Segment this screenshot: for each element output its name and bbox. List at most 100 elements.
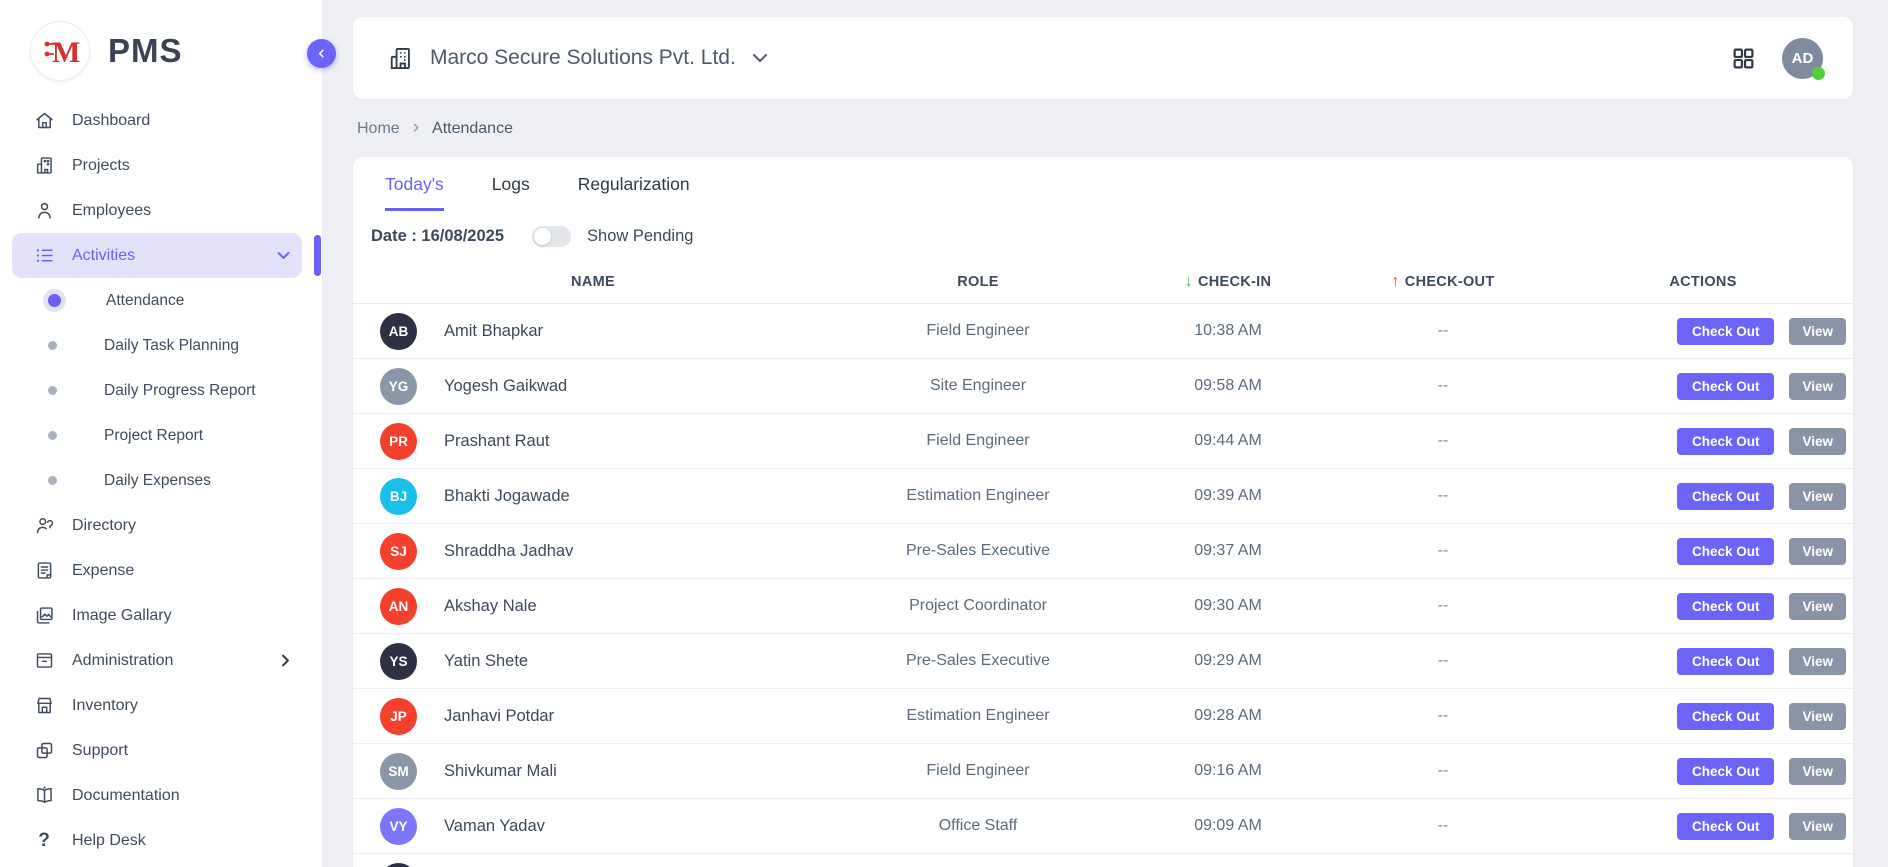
check-out-button[interactable]: Check Out — [1677, 428, 1775, 455]
check-out-button[interactable]: Check Out — [1677, 483, 1775, 510]
sidebar-item-label: Inventory — [72, 697, 290, 715]
employee-avatar: YS — [380, 643, 417, 680]
show-pending-toggle[interactable] — [532, 226, 571, 247]
sidebar-subitem-attendance[interactable]: Attendance — [0, 278, 322, 323]
check-out-button[interactable]: Check Out — [1677, 758, 1775, 785]
actions-cell: Check Out View — [1553, 428, 1853, 455]
actions-cell: Check Out View — [1553, 318, 1853, 345]
sidebar-item-administration[interactable]: Administration — [12, 638, 302, 683]
app-root: M PMS DashboardProjectsEmployeesActiviti… — [0, 0, 1888, 867]
actions-cell: Check Out View — [1553, 593, 1853, 620]
tab-bar: Today's Logs Regularization — [353, 157, 1853, 211]
online-status-dot — [1812, 67, 1825, 80]
sidebar-item-projects[interactable]: Projects — [12, 143, 302, 188]
actions-cell: Check Out View — [1553, 648, 1853, 675]
employee-name-cell: BJ Bhakti Jogawade — [353, 478, 833, 515]
user-avatar[interactable]: AD — [1782, 38, 1823, 79]
table-row: VYVaman YadavOffice Staff09:09 AM--Check… — [353, 799, 1853, 854]
home-icon — [33, 110, 55, 132]
employee-avatar: BJ — [380, 478, 417, 515]
check-out-button[interactable]: Check Out — [1677, 538, 1775, 565]
sidebar-item-activities[interactable]: Activities — [12, 233, 302, 278]
view-button[interactable]: View — [1789, 428, 1846, 455]
image-icon — [33, 605, 55, 627]
employee-avatar: AB — [380, 313, 417, 350]
check-out-button[interactable]: Check Out — [1677, 593, 1775, 620]
sidebar-item-documentation[interactable]: Documentation — [12, 773, 302, 818]
sidebar-subitem-project-report[interactable]: Project Report — [0, 413, 322, 458]
check-out-time: -- — [1333, 597, 1553, 615]
sidebar: M PMS DashboardProjectsEmployeesActiviti… — [0, 0, 322, 867]
sidebar-item-support[interactable]: Support — [12, 728, 302, 773]
view-button[interactable]: View — [1789, 648, 1846, 675]
apps-grid-button[interactable] — [1731, 46, 1756, 71]
logo-mark-icon: M — [30, 21, 90, 81]
sidebar-subitem-label: Attendance — [106, 292, 184, 310]
check-in-time: 09:58 AM — [1123, 377, 1333, 395]
sidebar-item-dashboard[interactable]: Dashboard — [12, 98, 302, 143]
sidebar-subitem-label: Daily Progress Report — [104, 382, 256, 400]
employee-name-cell: PRPrashant Raut — [353, 423, 833, 460]
sidebar-item-expense[interactable]: Expense — [12, 548, 302, 593]
date-label: Date : 16/08/2025 — [371, 227, 504, 246]
employee-name-cell: VYVaman Yadav — [353, 808, 833, 845]
view-button[interactable]: View — [1789, 813, 1846, 840]
company-selector[interactable]: Marco Secure Solutions Pvt. Ltd. — [387, 45, 768, 72]
check-out-button[interactable]: Check Out — [1677, 373, 1775, 400]
copy-icon — [33, 740, 55, 762]
table-row: PRPrashant RautField Engineer09:44 AM--C… — [353, 414, 1853, 469]
employee-name: Shivkumar Mali — [444, 762, 557, 781]
tab-logs[interactable]: Logs — [492, 174, 530, 211]
check-in-time: 09:37 AM — [1123, 542, 1333, 560]
sidebar-subitem-label: Project Report — [104, 427, 203, 445]
col-header-check-in[interactable]: ↓ CHECK-IN — [1123, 273, 1333, 291]
employee-name: Amit Bhapkar — [444, 322, 543, 341]
check-out-time: -- — [1333, 762, 1553, 780]
actions-cell: Check Out View — [1553, 538, 1853, 565]
sidebar-subitem-daily-progress-report[interactable]: Daily Progress Report — [0, 368, 322, 413]
view-button[interactable]: View — [1789, 318, 1846, 345]
view-button[interactable]: View — [1789, 593, 1846, 620]
check-out-time: -- — [1333, 432, 1553, 450]
tab-today-s[interactable]: Today's — [385, 174, 444, 211]
employee-avatar: AN — [380, 588, 417, 625]
show-pending-label: Show Pending — [587, 227, 693, 246]
check-out-time: -- — [1333, 542, 1553, 560]
check-out-time: -- — [1333, 817, 1553, 835]
view-button[interactable]: View — [1789, 538, 1846, 565]
employee-role: Field Engineer — [833, 322, 1123, 340]
employee-role: Field Engineer — [833, 762, 1123, 780]
sidebar-item-inventory[interactable]: Inventory — [12, 683, 302, 728]
sidebar-collapse-button[interactable] — [307, 39, 336, 68]
table-row: BJBhakti JogawadeEstimation Engineer09:3… — [353, 469, 1853, 524]
list-icon — [33, 245, 55, 267]
view-button[interactable]: View — [1789, 373, 1846, 400]
grid-icon — [1731, 46, 1756, 71]
view-button[interactable]: View — [1789, 703, 1846, 730]
employee-role: Estimation Engineer — [833, 487, 1123, 505]
breadcrumb-home[interactable]: Home — [357, 120, 400, 138]
book-icon — [33, 785, 55, 807]
app-logo: M PMS — [0, 0, 322, 96]
sidebar-item-directory[interactable]: Directory — [12, 503, 302, 548]
employee-avatar: JP — [380, 698, 417, 735]
check-out-button[interactable]: Check Out — [1677, 318, 1775, 345]
employee-name: Bhakti Jogawade — [444, 487, 570, 506]
filter-row: Date : 16/08/2025 Show Pending — [353, 211, 1853, 260]
col-header-name[interactable]: NAME — [353, 274, 833, 290]
breadcrumb-current: Attendance — [432, 120, 513, 138]
sidebar-item-employees[interactable]: Employees — [12, 188, 302, 233]
check-out-button[interactable]: Check Out — [1677, 648, 1775, 675]
sidebar-subitem-daily-task-planning[interactable]: Daily Task Planning — [0, 323, 322, 368]
view-button[interactable]: View — [1789, 758, 1846, 785]
col-header-check-out[interactable]: ↑ CHECK-OUT — [1333, 273, 1553, 291]
sidebar-item-help-desk[interactable]: ?Help Desk — [12, 818, 302, 863]
col-header-role[interactable]: ROLE — [833, 274, 1123, 290]
view-button[interactable]: View — [1789, 483, 1846, 510]
check-out-button[interactable]: Check Out — [1677, 703, 1775, 730]
sidebar-item-image-gallary[interactable]: Image Gallary — [12, 593, 302, 638]
tab-regularization[interactable]: Regularization — [578, 174, 690, 211]
check-out-time: -- — [1333, 707, 1553, 725]
check-out-button[interactable]: Check Out — [1677, 813, 1775, 840]
sidebar-subitem-daily-expenses[interactable]: Daily Expenses — [0, 458, 322, 503]
